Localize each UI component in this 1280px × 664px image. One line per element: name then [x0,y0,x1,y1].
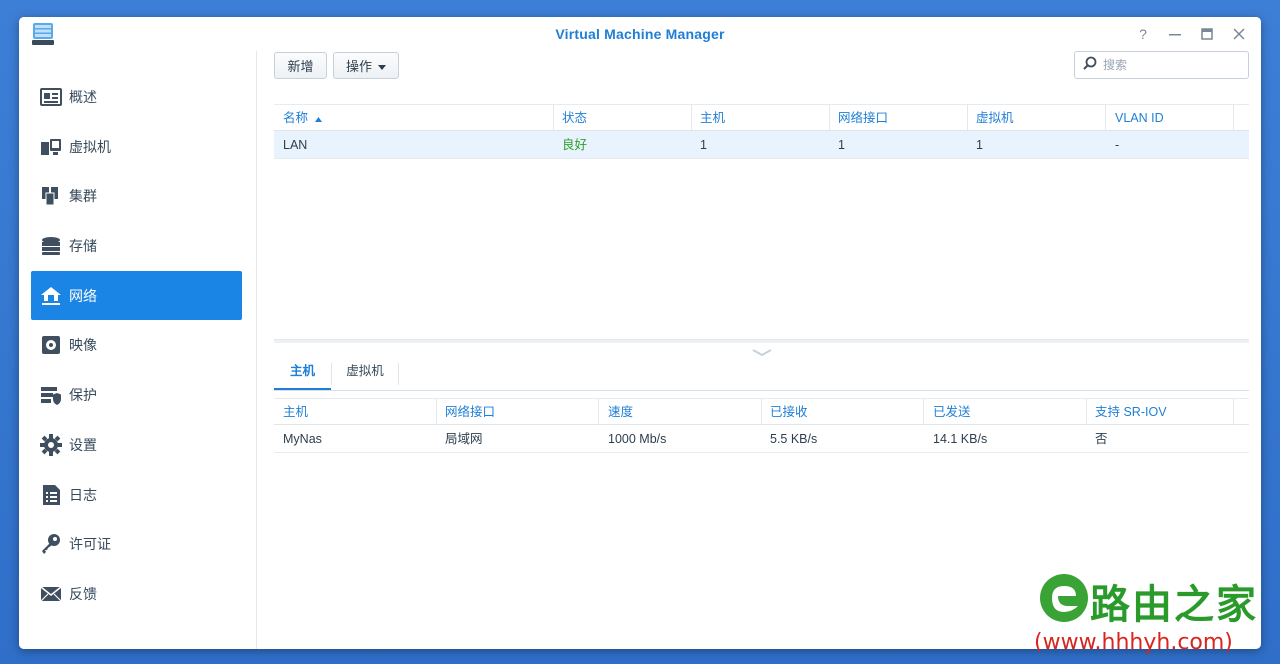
sidebar-item-label: 反馈 [69,585,97,602]
cell-host: MyNas [283,432,322,446]
cell-host: 1 [700,138,707,152]
minimize-icon[interactable] [1163,23,1187,45]
network-icon [40,285,62,307]
sidebar-item-network[interactable]: 网络 [31,271,242,320]
vmm-window: Virtual Machine Manager ? 概述 虚拟机 集群 存储 网… [19,17,1261,649]
search-box[interactable] [1074,51,1249,79]
table-row[interactable]: MyNas 局域网 1000 Mb/s 5.5 KB/s 14.1 KB/s 否 [274,425,1249,453]
sidebar-item-protection[interactable]: 保护 [31,370,242,419]
watermark-brand: 路由之家 [1090,582,1258,628]
sidebar-item-virtual-machine[interactable]: 虚拟机 [31,122,242,171]
column-header-interface[interactable]: 网络接口 [436,399,599,425]
sidebar-item-label: 许可证 [69,535,111,552]
window-title: Virtual Machine Manager [555,26,725,42]
storage-icon [40,235,62,257]
watermark-url: (www.hhhyh.com) [1034,630,1233,655]
sidebar-item-label: 映像 [69,336,97,353]
virtual-machine-icon [40,136,62,158]
cell-sent: 14.1 KB/s [933,432,988,446]
add-button[interactable]: 新增 [274,52,327,79]
column-header-host[interactable]: 主机 [274,399,437,425]
overview-icon [40,86,62,108]
detail-tabs: 主机 虚拟机 [274,357,1249,391]
tab-host[interactable]: 主机 [274,357,331,390]
cell-interface: 局域网 [445,432,483,446]
title-bar: Virtual Machine Manager ? [19,17,1261,51]
host-grid: 主机 网络接口 速度 已接收 已发送 支持 SR-IOV MyNas 局域网 1… [274,398,1249,453]
cell-vm: 1 [976,138,983,152]
cell-interface: 1 [838,138,845,152]
action-dropdown-button[interactable]: 操作 [333,52,399,79]
column-header-interface[interactable]: 网络接口 [829,105,968,131]
column-header-speed[interactable]: 速度 [599,399,762,425]
main-panel: 新增 操作 名称 状态 主机 网 [274,51,1249,649]
cell-name: LAN [283,138,308,152]
protection-icon [40,384,62,406]
sidebar-item-label: 集群 [69,187,97,204]
sidebar-item-cluster[interactable]: 集群 [31,171,242,220]
sidebar-item-label: 概述 [69,88,97,105]
help-icon[interactable]: ? [1131,23,1155,45]
watermark: 路由之家 (www.hhhyh.com) [1030,564,1280,664]
search-icon [1083,56,1097,75]
image-icon [40,334,62,356]
column-header-sent[interactable]: 已发送 [924,399,1087,425]
column-header-host[interactable]: 主机 [691,105,830,131]
sidebar-item-label: 存储 [69,237,97,254]
sidebar-item-label: 保护 [69,386,97,403]
column-header-sriov[interactable]: 支持 SR-IOV [1086,399,1234,425]
cell-vlan: - [1115,138,1120,152]
network-grid-header: 名称 状态 主机 网络接口 虚拟机 VLAN ID [274,104,1249,131]
host-grid-header: 主机 网络接口 速度 已接收 已发送 支持 SR-IOV [274,398,1249,425]
sort-ascending-icon [314,111,322,125]
sidebar-item-label: 日志 [69,486,97,503]
log-icon [40,484,62,506]
settings-gear-icon [40,433,62,456]
network-grid: 名称 状态 主机 网络接口 虚拟机 VLAN ID LAN 良好 1 1 1 - [274,104,1249,159]
license-key-icon [40,533,62,555]
maximize-icon[interactable] [1195,23,1219,45]
tab-virtual-machine[interactable]: 虚拟机 [332,357,398,390]
sidebar-item-settings[interactable]: 设置 [31,420,242,469]
sidebar-item-label: 虚拟机 [69,138,111,155]
table-row[interactable]: LAN 良好 1 1 1 - [274,131,1249,159]
cell-speed: 1000 Mb/s [608,432,667,446]
feedback-mail-icon [40,583,62,605]
sidebar-item-label: 设置 [69,436,97,453]
sidebar-item-log[interactable]: 日志 [31,470,242,519]
column-header-name[interactable]: 名称 [274,105,554,131]
action-button-label: 操作 [345,59,372,74]
sidebar-item-license[interactable]: 许可证 [31,519,242,568]
column-header-vm[interactable]: 虚拟机 [967,105,1106,131]
sidebar: 概述 虚拟机 集群 存储 网络 映像 保护 设置 日志 许可证 反馈 [19,51,257,649]
sidebar-item-label: 网络 [69,287,97,304]
column-header-vlan[interactable]: VLAN ID [1106,105,1234,131]
tab-divider [398,363,399,385]
watermark-logo-icon [1038,572,1090,629]
cell-received: 5.5 KB/s [770,432,818,446]
splitter-handle-icon[interactable] [752,344,772,357]
cell-status: 良好 [562,138,588,152]
cell-sriov: 否 [1095,432,1108,446]
close-icon[interactable] [1227,23,1251,45]
sidebar-item-feedback[interactable]: 反馈 [31,569,242,618]
caret-down-icon [378,58,386,73]
sidebar-item-storage[interactable]: 存储 [31,221,242,270]
column-header-status[interactable]: 状态 [553,105,692,131]
panel-splitter[interactable] [274,339,1249,357]
search-input[interactable] [1103,58,1243,72]
toolbar: 新增 操作 [274,51,1249,81]
cluster-icon [40,185,62,207]
sidebar-item-overview[interactable]: 概述 [31,72,242,121]
column-header-received[interactable]: 已接收 [761,399,924,425]
sidebar-item-image[interactable]: 映像 [31,320,242,369]
